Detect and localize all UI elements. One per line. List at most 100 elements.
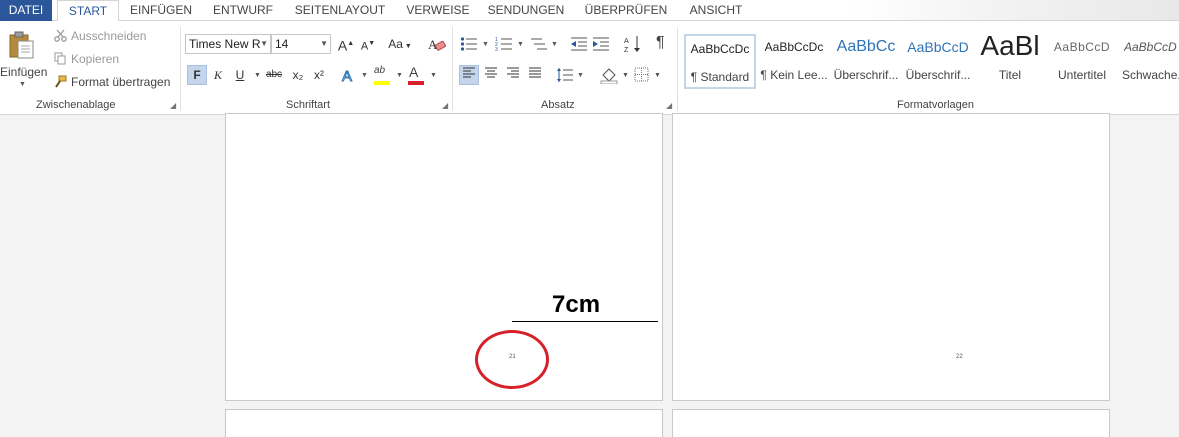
chevron-down-icon[interactable]: ▼ — [320, 35, 328, 53]
tab-start[interactable]: START — [57, 0, 119, 22]
tab-entwurf[interactable]: ENTWURF — [210, 0, 276, 21]
group-divider — [452, 27, 453, 111]
align-left-button[interactable] — [459, 65, 479, 85]
copy-button[interactable]: Kopieren — [71, 52, 119, 66]
style-sample: AaBbCcD — [907, 39, 969, 55]
style-ueberschrift-1[interactable]: AaBbCc Überschrif... — [830, 34, 902, 89]
chevron-down-icon[interactable]: ▼ — [260, 35, 268, 53]
paragraph-group-label: Absatz — [541, 99, 575, 111]
paste-button[interactable]: Einfügen — [0, 65, 47, 79]
font-group-label: Schriftart — [286, 99, 331, 111]
decrease-indent-icon[interactable] — [570, 36, 588, 52]
borders-icon[interactable] — [634, 67, 649, 82]
font-name-value: Times New R — [189, 37, 261, 51]
format-painter-icon — [55, 75, 67, 88]
italic-button[interactable]: K — [208, 65, 228, 85]
style-sample: AaBl — [980, 30, 1040, 61]
multilevel-list-icon[interactable] — [530, 36, 548, 52]
text-effects-icon[interactable]: A — [340, 67, 358, 85]
style-name: ¶ Kein Lee... — [760, 68, 828, 82]
line-spacing-dropdown-icon[interactable]: ▼ — [577, 72, 584, 79]
highlight-label: ab — [374, 65, 386, 76]
style-titel[interactable]: AaBl Titel — [974, 30, 1046, 89]
highlight-button[interactable]: ab — [374, 65, 385, 76]
document-area[interactable]: 7cm 21 22 — [0, 113, 1179, 437]
page-24[interactable] — [672, 409, 1110, 437]
clipboard-launcher-icon[interactable]: ◢ — [170, 101, 176, 110]
justify-icon — [529, 67, 541, 78]
superscript-button[interactable]: x² — [309, 65, 329, 85]
style-schwache-hervorhebung[interactable]: AaBbCcD Schwache... — [1118, 34, 1179, 89]
style-sample: AaBbCcD — [1053, 40, 1111, 54]
style-standard[interactable]: AaBbCcDc ¶ Standard — [684, 34, 756, 89]
style-name: Schwache... — [1122, 68, 1179, 82]
grow-font-button[interactable]: A▲ — [336, 34, 356, 54]
clear-formatting-icon[interactable]: A — [428, 37, 446, 52]
paste-icon[interactable] — [9, 30, 35, 60]
ribbon-tab-bar: DATEI START EINFÜGEN ENTWURF SEITENLAYOU… — [0, 0, 1179, 22]
bold-button[interactable]: F — [187, 65, 207, 85]
align-right-icon — [507, 67, 519, 78]
font-color-label: A — [409, 64, 419, 80]
page-23[interactable] — [225, 409, 663, 437]
tab-ueberpruefen[interactable]: ÜBERPRÜFEN — [582, 0, 670, 21]
sort-icon[interactable]: A Z — [624, 35, 642, 53]
style-sample: AaBbCcD — [1124, 40, 1177, 54]
tab-seitenlayout[interactable]: SEITENLAYOUT — [290, 0, 390, 21]
numbering-icon[interactable]: 1 2 3 — [495, 36, 513, 52]
paragraph-launcher-icon[interactable]: ◢ — [666, 101, 672, 110]
bullets-dropdown-icon[interactable]: ▼ — [482, 41, 489, 48]
align-right-button[interactable] — [503, 65, 523, 85]
page-22[interactable]: 22 — [672, 113, 1110, 401]
paste-dropdown-icon[interactable]: ▼ — [19, 81, 26, 88]
page-21[interactable]: 7cm 21 — [225, 113, 663, 401]
shading-icon[interactable] — [600, 66, 618, 84]
svg-text:A: A — [342, 68, 352, 84]
numbering-dropdown-icon[interactable]: ▼ — [517, 41, 524, 48]
style-kein-leerraum[interactable]: AaBbCcDc ¶ Kein Lee... — [758, 34, 830, 89]
show-formatting-button[interactable]: ¶ — [656, 34, 665, 52]
line-spacing-icon[interactable] — [556, 67, 574, 83]
measurement-line — [512, 321, 658, 322]
strikethrough-button[interactable]: abc — [264, 65, 284, 85]
cut-button[interactable]: Ausschneiden — [71, 29, 146, 43]
style-sample: AaBbCcDc — [764, 40, 824, 54]
style-name: Überschrif... — [833, 68, 899, 82]
style-name: Überschrif... — [905, 68, 971, 82]
tab-sendungen[interactable]: SENDUNGEN — [484, 0, 568, 21]
text-effects-dropdown-icon[interactable]: ▼ — [361, 72, 368, 79]
tab-datei[interactable]: DATEI — [0, 0, 52, 21]
font-name-field[interactable]: Times New R ▼ — [185, 34, 271, 54]
style-name: Untertitel — [1057, 68, 1107, 82]
tab-ansicht[interactable]: ANSICHT — [682, 0, 750, 21]
borders-dropdown-icon[interactable]: ▼ — [654, 72, 661, 79]
font-size-field[interactable]: 14 ▼ — [271, 34, 331, 54]
annotation-circle — [475, 330, 549, 389]
tab-einfuegen[interactable]: EINFÜGEN — [126, 0, 196, 21]
underline-button[interactable]: U — [230, 65, 250, 85]
svg-text:3: 3 — [495, 47, 498, 52]
subscript-button[interactable]: x₂ — [288, 65, 308, 85]
shading-dropdown-icon[interactable]: ▼ — [622, 72, 629, 79]
underline-dropdown-icon[interactable]: ▼ — [254, 72, 261, 79]
justify-button[interactable] — [525, 65, 545, 85]
increase-indent-icon[interactable] — [592, 36, 610, 52]
align-center-button[interactable] — [481, 65, 501, 85]
font-color-dropdown-icon[interactable]: ▼ — [430, 72, 437, 79]
font-launcher-icon[interactable]: ◢ — [442, 101, 448, 110]
font-color-swatch — [408, 81, 424, 85]
change-case-button[interactable]: Aa ▼ — [385, 34, 415, 54]
highlight-dropdown-icon[interactable]: ▼ — [396, 72, 403, 79]
style-ueberschrift-2[interactable]: AaBbCcD Überschrif... — [902, 34, 974, 89]
tab-verweise[interactable]: VERWEISE — [402, 0, 474, 21]
align-left-icon — [463, 67, 475, 78]
format-painter-button[interactable]: Format übertragen — [71, 75, 170, 89]
bullets-icon[interactable] — [460, 36, 478, 52]
multilevel-dropdown-icon[interactable]: ▼ — [551, 41, 558, 48]
grow-font-label: A — [337, 37, 348, 54]
font-size-value: 14 — [275, 37, 289, 51]
shrink-font-button[interactable]: A▼ — [358, 34, 378, 54]
ribbon: Einfügen ▼ Ausschneiden Kopieren Format … — [0, 21, 1179, 115]
style-untertitel[interactable]: AaBbCcD Untertitel — [1046, 34, 1118, 89]
font-color-button[interactable]: A — [409, 64, 418, 80]
